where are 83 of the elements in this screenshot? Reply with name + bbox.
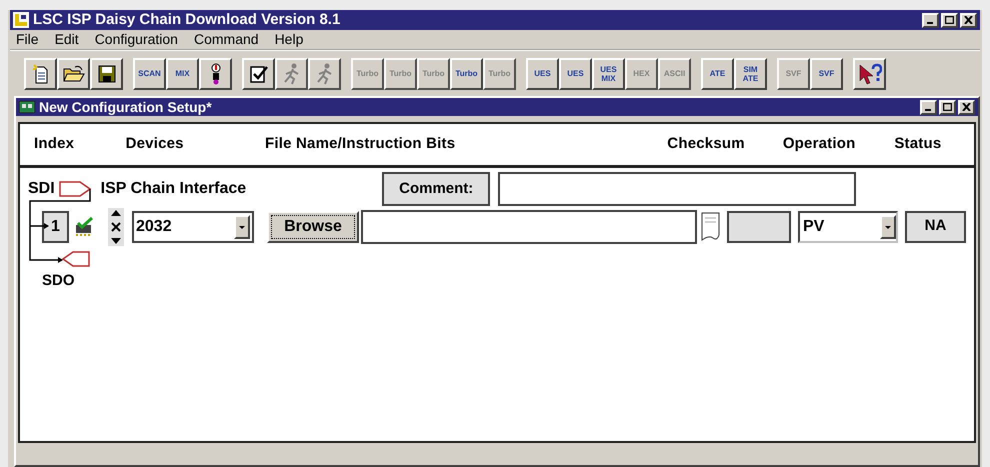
toolbar-button[interactable]: SIM ATE bbox=[734, 58, 767, 90]
chain-title: ISP Chain Interface bbox=[100, 179, 246, 199]
toolbar-button[interactable] bbox=[24, 58, 57, 90]
child-window-title: New Configuration Setup* bbox=[39, 98, 212, 117]
close-button[interactable] bbox=[960, 12, 977, 28]
chip-check-icon bbox=[74, 217, 96, 237]
toolbar-button[interactable]: SCAN bbox=[133, 58, 166, 90]
dropdown-arrow-icon bbox=[239, 226, 245, 228]
toolbar-button[interactable]: UES bbox=[526, 58, 559, 90]
output-connector-icon bbox=[62, 250, 90, 268]
close-icon bbox=[962, 103, 971, 111]
remove-icon bbox=[111, 222, 121, 232]
toolbar-button[interactable]: SVF bbox=[810, 58, 843, 90]
dropdown-arrow-icon bbox=[885, 226, 891, 228]
toolbar-button[interactable]: UES bbox=[559, 58, 592, 90]
menu-item[interactable]: Configuration bbox=[92, 29, 180, 50]
toolbar-button-label: SVF bbox=[818, 69, 834, 78]
document-icon bbox=[701, 212, 721, 242]
minimize-button[interactable] bbox=[922, 12, 939, 28]
column-header: Index bbox=[33, 134, 76, 154]
window-title: LSC ISP Daisy Chain Download Version 8.1 bbox=[33, 10, 340, 30]
spin-control[interactable] bbox=[108, 208, 124, 246]
folder-icon bbox=[62, 64, 84, 82]
running-figure-icon bbox=[282, 62, 302, 84]
new-file-icon bbox=[32, 64, 50, 84]
maximize-icon bbox=[943, 103, 952, 111]
toolbar-button[interactable] bbox=[853, 58, 886, 90]
column-header: Status bbox=[894, 134, 942, 154]
checksum-field[interactable] bbox=[727, 211, 791, 243]
sdi-label: SDI bbox=[28, 181, 55, 197]
close-button[interactable] bbox=[958, 100, 975, 114]
toolbar-button-label: Turbo bbox=[389, 69, 412, 78]
menu-item[interactable]: Edit bbox=[52, 29, 81, 50]
menu-item[interactable]: Command bbox=[192, 29, 261, 50]
running-figure-icon bbox=[314, 62, 334, 84]
toolbar-button-label: SVF bbox=[786, 69, 802, 78]
sdo-label: SDO bbox=[42, 271, 75, 291]
menu-item[interactable]: Help bbox=[272, 29, 306, 50]
toolbar-button[interactable] bbox=[199, 58, 232, 90]
toolbar-button[interactable] bbox=[90, 58, 123, 90]
maximize-button[interactable] bbox=[939, 100, 956, 114]
toolbar-button-label: UES bbox=[567, 69, 584, 78]
toolbar-button-label: Turbo bbox=[422, 69, 445, 78]
device-dropdown[interactable]: 2032 bbox=[132, 211, 254, 243]
toolbar-button-label: ATE bbox=[710, 69, 726, 78]
toolbar-button[interactable]: ATE bbox=[701, 58, 734, 90]
down-arrow-icon bbox=[111, 238, 121, 244]
device-index: 1 bbox=[42, 211, 69, 243]
file-name-field[interactable] bbox=[361, 210, 697, 244]
status-value: NA bbox=[905, 211, 966, 243]
menu-item[interactable]: File bbox=[14, 29, 41, 50]
minimize-button[interactable] bbox=[920, 100, 937, 114]
comment-field[interactable] bbox=[498, 172, 856, 206]
checklist-icon bbox=[248, 64, 268, 84]
toolbar-button-label: Turbo bbox=[455, 69, 478, 78]
toolbar-button[interactable] bbox=[242, 58, 275, 90]
column-header: Operation bbox=[782, 134, 856, 154]
maximize-button[interactable] bbox=[941, 12, 958, 28]
comment-button[interactable]: Comment: bbox=[382, 172, 490, 206]
toolbar-button[interactable]: Turbo bbox=[450, 58, 483, 90]
up-arrow-icon bbox=[111, 210, 121, 216]
toolbar-button-label: ASCII bbox=[664, 69, 686, 78]
browse-button[interactable]: Browse bbox=[267, 211, 359, 243]
toolbar-button-label: UES bbox=[534, 69, 551, 78]
toolbar-button-label: HEX bbox=[633, 69, 650, 78]
toolbar-button[interactable]: MIX bbox=[166, 58, 199, 90]
toolbar-button-label: Turbo bbox=[356, 69, 379, 78]
maximize-icon bbox=[945, 16, 954, 24]
toolbar-button[interactable]: UES MIX bbox=[592, 58, 625, 90]
toolbar-button-label: SIM ATE bbox=[742, 64, 758, 82]
column-header: Devices bbox=[126, 134, 185, 154]
close-icon bbox=[964, 16, 973, 24]
input-connector-icon bbox=[58, 180, 91, 198]
help-pointer-icon bbox=[858, 62, 882, 84]
toolbar-button-label: UES MIX bbox=[600, 64, 617, 82]
toolbar-button[interactable] bbox=[57, 58, 90, 90]
column-header: Checksum bbox=[667, 134, 746, 154]
toolbar-button-label: Turbo bbox=[488, 69, 511, 78]
operation-dropdown[interactable]: PV bbox=[798, 211, 898, 243]
toolbar-button-label: MIX bbox=[175, 69, 190, 78]
toolbar-button-label: SCAN bbox=[138, 69, 161, 78]
column-header: File Name/Instruction Bits bbox=[265, 134, 456, 154]
circuit-board-icon bbox=[19, 101, 35, 113]
